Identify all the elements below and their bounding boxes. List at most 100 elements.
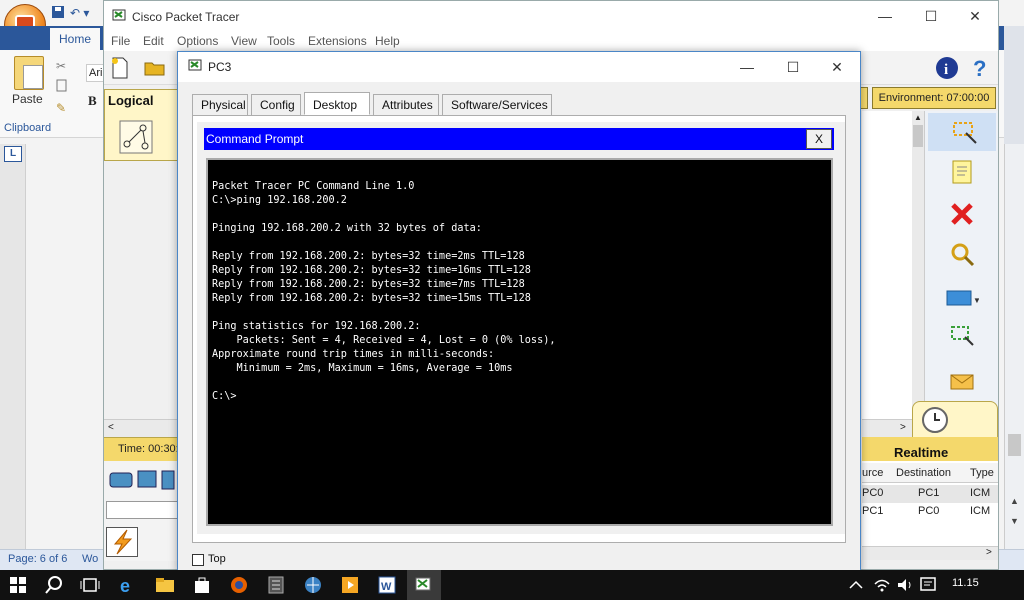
pt-window-title: Cisco Packet Tracer (132, 10, 240, 24)
task-view-icon[interactable] (80, 575, 100, 595)
media-player-icon[interactable] (340, 575, 360, 595)
select-icon (953, 122, 977, 144)
app-globe-icon[interactable] (303, 575, 323, 595)
auto-connection-button[interactable] (106, 527, 138, 557)
bold-button[interactable]: B (88, 93, 97, 109)
add-simple-pdu-icon[interactable] (949, 367, 977, 395)
tab-stop-marker[interactable]: L (4, 146, 22, 162)
minimize-button[interactable]: — (862, 1, 908, 31)
font-name-box[interactable]: Ari (86, 64, 104, 82)
volume-icon[interactable] (895, 575, 915, 595)
svg-text:↶ ▾: ↶ ▾ (70, 6, 89, 20)
windows-start-icon[interactable] (8, 575, 28, 595)
new-file-icon[interactable] (110, 57, 130, 79)
device-search-input[interactable] (106, 501, 180, 519)
table-row[interactable]: PC1 PC0 ICM (862, 503, 998, 521)
row-destination: PC1 (918, 487, 940, 499)
environment-time[interactable]: Environment: 07:00:00 (872, 87, 996, 109)
col-source[interactable]: urce (862, 467, 883, 479)
menu-view[interactable]: View (231, 34, 257, 48)
realtime-clock-icon (922, 407, 948, 433)
tab-physical[interactable]: Physical (192, 94, 248, 116)
workspace-vertical-scrollbar[interactable]: ▲ (912, 111, 924, 421)
svg-text:✎: ✎ (56, 101, 66, 115)
terminal-output: Packet Tracer PC Command Line 1.0 C:\>pi… (212, 181, 556, 402)
menu-extensions[interactable]: Extensions (308, 34, 367, 48)
command-prompt-close-button[interactable]: X (806, 129, 832, 149)
pc3-dialog: PC3 — ☐ ✕ Physical Config Desktop Attrib… (177, 51, 861, 573)
resize-shape-icon[interactable] (949, 323, 977, 351)
top-checkbox[interactable] (192, 554, 204, 566)
clipboard-group-label: Clipboard (4, 122, 52, 134)
tab-attributes[interactable]: Attributes (373, 94, 439, 116)
logical-topology-icon (119, 120, 153, 154)
edge-browser-icon[interactable]: e (118, 575, 138, 595)
command-prompt-title: Command Prompt (206, 132, 304, 146)
row-destination: PC0 (918, 505, 940, 517)
word-count-status[interactable]: Wo (82, 553, 98, 565)
info-icon[interactable]: i (934, 55, 960, 81)
pc3-close-button[interactable]: ✕ (814, 52, 860, 82)
lightning-connection-icon (113, 529, 133, 555)
word-taskbar-icon[interactable]: W (377, 575, 397, 595)
menu-edit[interactable]: Edit (143, 34, 164, 48)
col-type[interactable]: Type (970, 467, 994, 479)
file-explorer-icon[interactable] (155, 575, 175, 595)
menu-help[interactable]: Help (375, 34, 400, 48)
packet-tracer-logo-icon (112, 9, 126, 21)
paste-label[interactable]: Paste (12, 92, 48, 106)
help-question-icon[interactable]: ? (970, 55, 994, 81)
quick-access-toolbar: ↶ ▾ (48, 4, 108, 22)
delete-icon[interactable] (949, 201, 977, 229)
close-button[interactable]: ✕ (952, 1, 998, 31)
pt-menu-bar: File Edit Options View Tools Extensions … (104, 31, 998, 51)
pc3-maximize-button[interactable]: ☐ (770, 52, 816, 82)
tray-chevron-icon[interactable] (846, 575, 866, 595)
maximize-button[interactable]: ☐ (908, 1, 954, 31)
svg-text:i: i (944, 62, 948, 78)
word-vertical-scrollbar[interactable]: ▲ ▼ (1004, 144, 1024, 549)
realtime-label: Realtime (894, 445, 949, 460)
tab-config[interactable]: Config (251, 94, 301, 116)
logical-label: Logical (108, 93, 154, 108)
scrollbar-thumb[interactable] (1008, 434, 1021, 456)
tab-desktop[interactable]: Desktop (304, 92, 370, 115)
cut-copy-format-icons[interactable]: ✂ ✎ (54, 56, 74, 116)
menu-tools[interactable]: Tools (267, 34, 295, 48)
top-checkbox-label: Top (208, 553, 226, 565)
pdu-events-header: urce Destination Type (862, 463, 998, 483)
taskbar-clock[interactable]: 11.15 (952, 577, 979, 589)
note-icon[interactable] (949, 159, 977, 187)
search-icon[interactable] (44, 575, 64, 595)
pc3-minimize-button[interactable]: — (724, 52, 770, 82)
paste-icon[interactable] (14, 56, 44, 90)
menu-file[interactable]: File (111, 34, 130, 48)
firefox-icon[interactable] (229, 575, 249, 595)
pt-horizontal-scrollbar[interactable]: < (104, 419, 180, 437)
select-tool[interactable] (928, 113, 996, 151)
draw-shape-icon[interactable]: ▼ (945, 285, 979, 313)
col-destination[interactable]: Destination (896, 467, 951, 479)
row-source: PC0 (862, 487, 884, 499)
device-category-icons[interactable] (108, 467, 176, 495)
save-icon[interactable]: ↶ ▾ (48, 4, 108, 22)
inspect-magnifier-icon[interactable] (949, 241, 977, 269)
scroll-up-icon[interactable]: ▲ (1010, 496, 1019, 506)
open-folder-icon[interactable] (144, 60, 166, 76)
menu-options[interactable]: Options (177, 34, 218, 48)
packet-tracer-taskbar-button[interactable] (407, 570, 441, 600)
command-prompt-terminal[interactable]: Packet Tracer PC Command Line 1.0 C:\>pi… (206, 158, 833, 526)
page-status[interactable]: Page: 6 of 6 (8, 553, 67, 565)
calculator-icon[interactable] (266, 575, 286, 595)
store-icon[interactable] (192, 575, 212, 595)
notifications-icon[interactable] (918, 575, 938, 595)
workspace-horizontal-scrollbar-right[interactable]: > (862, 419, 912, 437)
table-row[interactable]: PC0 PC1 ICM (862, 485, 998, 503)
wifi-icon[interactable] (872, 575, 892, 595)
windows-taskbar (0, 570, 1024, 600)
tab-software-services[interactable]: Software/Services (442, 94, 552, 116)
tab-home[interactable]: Home (50, 28, 100, 50)
scroll-down-icon[interactable]: ▼ (1010, 516, 1019, 526)
events-horizontal-scrollbar[interactable]: > (862, 546, 998, 560)
svg-text:e: e (120, 576, 130, 595)
